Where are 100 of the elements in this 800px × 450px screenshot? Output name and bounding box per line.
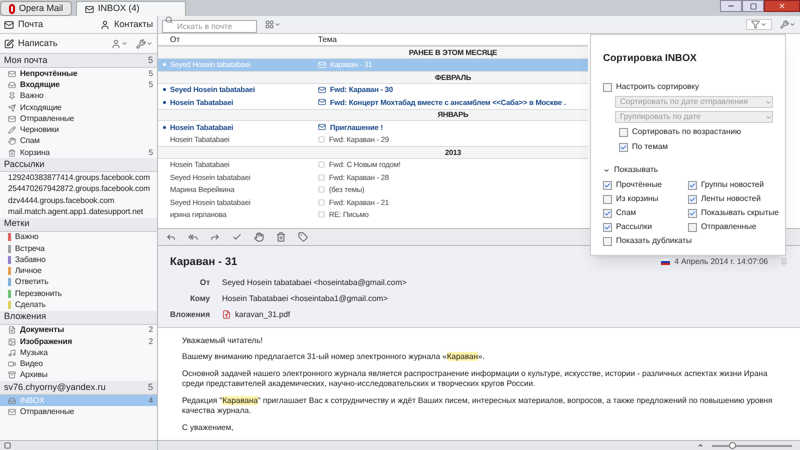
sidebar-item[interactable]: Непрочтённые 5 [0, 68, 157, 80]
send-icon [8, 104, 16, 112]
panel-toggle-icon[interactable] [4, 442, 11, 449]
sidebar-item[interactable]: Важно [0, 90, 157, 102]
check-icon[interactable] [232, 232, 242, 242]
sidebar-item[interactable]: Документы 2 [0, 324, 157, 336]
sidebar-item[interactable]: Сделать [0, 299, 157, 311]
checkbox-label: Спам [616, 207, 636, 219]
sidebar-item[interactable]: Изображения 2 [0, 336, 157, 348]
sidebar-item[interactable]: Встреча [0, 242, 157, 254]
minimize-button[interactable] [720, 0, 742, 12]
slider-thumb[interactable] [729, 442, 736, 448]
sidebar-item[interactable]: Отправленные [0, 113, 157, 124]
sidebar-item[interactable]: Видео [0, 358, 157, 370]
sidebar-item[interactable]: Перезвонить [0, 288, 157, 300]
sidebar-item[interactable]: Входящие 5 [0, 79, 157, 91]
wrench-icon [136, 38, 146, 48]
sidebar-item[interactable]: Личное [0, 265, 157, 277]
search-field[interactable]: Искать в почте [162, 20, 257, 32]
close-icon [778, 2, 786, 10]
trash-icon[interactable] [276, 232, 286, 242]
section-header[interactable]: Моя почта 5 [0, 54, 157, 68]
sidebar-item[interactable]: Отправленные [0, 406, 157, 418]
section-header[interactable]: Рассылки [0, 158, 157, 172]
envelope-icon [318, 60, 326, 69]
section-title: Вложения [4, 310, 46, 324]
checkbox-label: Сортировать по возрастанию [632, 126, 742, 138]
show-toggle[interactable]: Показывать [603, 164, 773, 176]
caret-icon [146, 40, 153, 47]
item-label: Перезвонить [15, 288, 62, 300]
app-logo-icon [9, 4, 15, 14]
checkbox[interactable] [603, 194, 612, 204]
forward-icon[interactable] [210, 232, 220, 242]
checkbox[interactable] [603, 82, 612, 92]
column-header[interactable]: От [158, 34, 318, 46]
caret-icon[interactable] [697, 442, 704, 449]
checkbox[interactable] [688, 222, 697, 232]
mail-button[interactable]: Почта [4, 18, 43, 32]
section-header[interactable]: Вложения [0, 310, 157, 325]
tag-icon[interactable] [298, 232, 308, 242]
reply-icon[interactable] [166, 232, 176, 242]
sidebar-item[interactable]: INBOX 4 [0, 395, 157, 406]
video-camera-icon [8, 360, 16, 368]
checkbox[interactable] [603, 222, 612, 232]
app-menu-button[interactable]: Opera Mail [0, 1, 72, 16]
item-label: Входящие [20, 78, 60, 91]
body-paragraph: Редакция "Каравана" приглашает Вас к сотрудничеству и ждёт Ваших писем, интересных материалов, вопросов, а также предложений по повышению уровня качества журнала. [182, 396, 774, 416]
sidebar-item[interactable]: Спам [0, 136, 157, 148]
sidebar-item[interactable]: mail.match.agent.app1.datesupport.net [0, 206, 157, 218]
caret-icon [765, 98, 772, 106]
section-header[interactable]: sv76.chyorny@yandex.ru 5 [0, 381, 157, 396]
reply-all-icon[interactable] [188, 232, 198, 242]
item-label: Спам [20, 135, 40, 148]
column-header[interactable]: Тема [318, 34, 337, 46]
pin-icon [8, 92, 16, 100]
checkbox[interactable] [688, 180, 697, 190]
sidebar-item[interactable]: dzv4444.groups.facebook.com [0, 194, 157, 206]
checkbox[interactable] [619, 142, 628, 152]
checkbox[interactable] [603, 236, 612, 246]
message-date: 4 Апрель 2014 г. 14:07:06 [674, 256, 768, 268]
attachment-link[interactable]: karavan_31.pdf [235, 308, 290, 320]
item-label: 254470267942872.groups.facebook.com [8, 183, 150, 196]
checkbox[interactable] [688, 194, 697, 204]
maximize-button[interactable] [742, 0, 764, 12]
section-title: Моя почта [4, 54, 48, 67]
item-label: Ответить [15, 276, 48, 288]
filter-button[interactable] [746, 19, 772, 30]
sidebar-item[interactable]: Важно [0, 232, 157, 243]
item-label: Сделать [15, 299, 46, 311]
checkbox[interactable] [603, 180, 612, 190]
sidebar-item[interactable]: Забавно [0, 254, 157, 266]
hand-icon[interactable] [254, 232, 264, 242]
envelope-icon [4, 20, 14, 30]
checkbox[interactable] [688, 208, 697, 218]
close-button[interactable] [764, 0, 800, 12]
sidebar-item[interactable]: Корзина 5 [0, 147, 157, 158]
sidebar-item[interactable]: 254470267942872.groups.facebook.com [0, 184, 157, 195]
item-label: Черновики [20, 124, 59, 136]
compose-button[interactable]: Написать [4, 36, 58, 50]
contacts-button[interactable]: Контакты [100, 18, 153, 32]
tab[interactable]: INBOX (4) [76, 1, 186, 16]
sidebar-item[interactable]: Черновики [0, 124, 157, 136]
item-label: dzv4444.groups.facebook.com [8, 194, 114, 207]
contacts-menu-button[interactable] [111, 38, 128, 48]
checkbox-label: Из корзины [616, 193, 658, 205]
sidebar-item[interactable]: Ответить [0, 276, 157, 288]
hand-icon [8, 137, 16, 146]
sidebar-item[interactable]: Исходящие [0, 102, 157, 114]
settings-button[interactable] [136, 38, 153, 48]
count: 5 [148, 380, 153, 394]
settings-button[interactable] [780, 20, 796, 29]
checkbox-label: Прочтённые [616, 179, 662, 191]
body-paragraph: Уважаемый читатель! [182, 336, 264, 346]
section-header[interactable]: Метки [0, 218, 157, 232]
checkbox[interactable] [619, 128, 628, 136]
checkbox[interactable] [603, 208, 612, 218]
layout-button[interactable] [265, 20, 281, 29]
item-label: Отправленные [20, 112, 74, 125]
sidebar-item[interactable]: Архивы [0, 370, 157, 382]
sidebar-item[interactable]: Музыка [0, 347, 157, 359]
